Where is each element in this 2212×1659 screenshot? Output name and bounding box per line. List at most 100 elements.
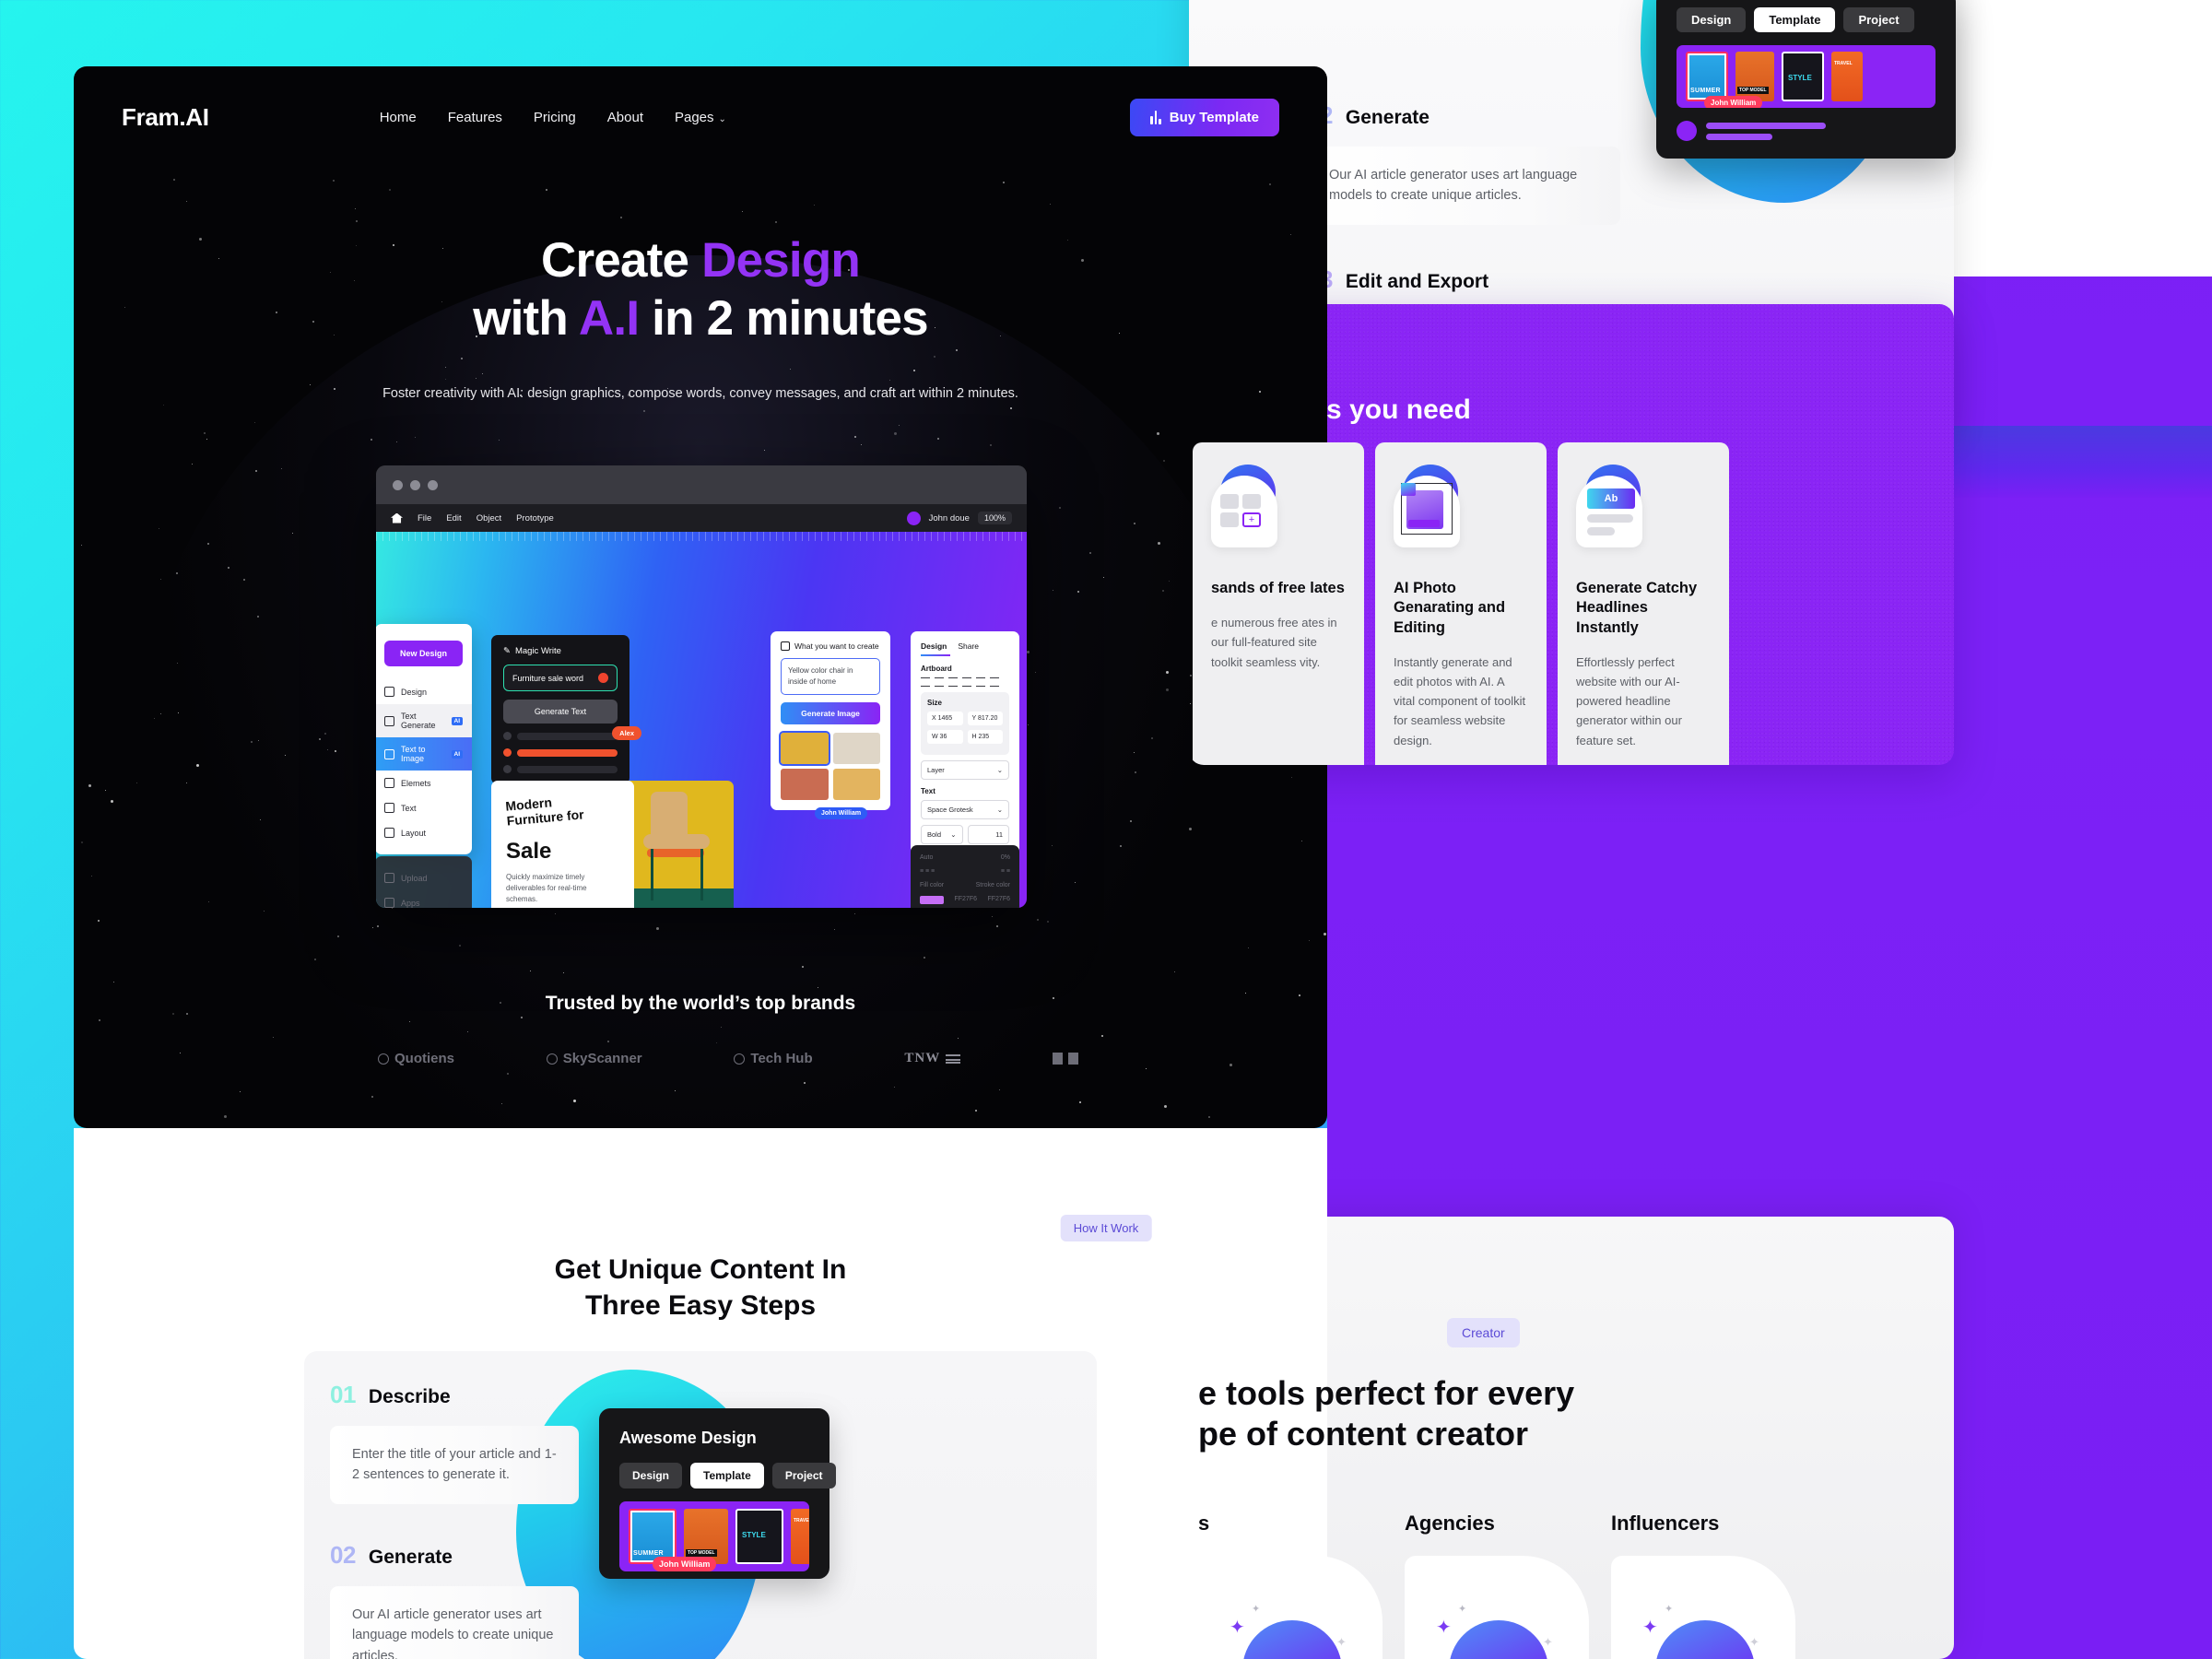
align-left-icon[interactable] bbox=[921, 677, 930, 687]
sidebar-item-design[interactable]: Design bbox=[376, 679, 472, 704]
thumbnail-style[interactable]: STYLE bbox=[735, 1509, 783, 1564]
upload-icon bbox=[384, 873, 394, 883]
fill-color-swatch[interactable] bbox=[920, 896, 944, 904]
new-design-button[interactable]: New Design bbox=[384, 641, 463, 666]
zoom-level[interactable]: 100% bbox=[977, 512, 1012, 524]
step-title: Generate bbox=[368, 1546, 453, 1568]
align-middle-icon[interactable] bbox=[976, 677, 985, 687]
app-mockup: File Edit Object Prototype John doue 100… bbox=[376, 465, 1027, 908]
create-panel-header: What you want to create bbox=[781, 641, 880, 651]
thumbnail-style[interactable]: STYLE bbox=[1782, 52, 1824, 101]
sidebar-item-upload[interactable]: Upload bbox=[376, 865, 472, 890]
avatar[interactable] bbox=[906, 511, 921, 525]
creator-card-agencies[interactable]: Agencies ✦ ✦ ✦ bbox=[1405, 1512, 1589, 1659]
font-family-select[interactable]: Space Grotesk ⌄ bbox=[921, 800, 1009, 819]
logo-label: H bbox=[1067, 1053, 1078, 1068]
chevron-down-icon: ⌄ bbox=[718, 113, 726, 124]
nav-item-pages-label: Pages bbox=[674, 109, 714, 125]
generate-text-button[interactable]: Generate Text Alex bbox=[503, 700, 641, 740]
thumbnail-summer[interactable]: SUMMER bbox=[1686, 52, 1728, 101]
nav-item-features[interactable]: Features bbox=[448, 110, 502, 125]
logo-label: SkyScanner bbox=[562, 1051, 642, 1066]
generated-image-4[interactable] bbox=[832, 769, 880, 800]
nav-item-about[interactable]: About bbox=[607, 110, 643, 125]
w-field[interactable]: W 36 bbox=[927, 730, 963, 744]
logo-tech-hub: Tech Hub bbox=[734, 1051, 813, 1066]
sidebar-item-text-to-image[interactable]: Text to Image AI bbox=[376, 737, 472, 771]
layer-select[interactable]: Layer ⌄ bbox=[921, 760, 1009, 780]
sidebar-item-elements[interactable]: Elemets bbox=[376, 771, 472, 795]
font-weight-select[interactable]: Bold ⌄ bbox=[921, 825, 963, 844]
logo-skyscanner: SkyScanner bbox=[546, 1051, 642, 1066]
clear-icon[interactable] bbox=[598, 673, 608, 683]
buy-template-label: Buy Template bbox=[1169, 109, 1259, 125]
align-top-icon[interactable] bbox=[962, 677, 971, 687]
magic-write-input[interactable]: Furniture sale word bbox=[503, 665, 618, 691]
thumbnail-travel[interactable]: TRAVEL bbox=[791, 1509, 809, 1564]
generate-image-button[interactable]: Generate Image bbox=[781, 702, 880, 724]
prompt-textarea[interactable]: Yellow color chair in inside of home bbox=[781, 658, 880, 695]
nav-item-home[interactable]: Home bbox=[380, 110, 417, 125]
generated-image-2[interactable] bbox=[832, 733, 880, 764]
align-icons[interactable]: ≡ ≡ ≡ bbox=[920, 868, 935, 875]
tab-design[interactable]: Design bbox=[921, 641, 947, 651]
tab-template[interactable]: Template bbox=[1754, 7, 1836, 32]
nav-item-pages[interactable]: Pages ⌄ bbox=[675, 110, 726, 125]
opacity-value[interactable]: 0% bbox=[1001, 854, 1010, 861]
tab-project[interactable]: Project bbox=[771, 1463, 836, 1488]
menu-object[interactable]: Object bbox=[477, 513, 501, 524]
h-field[interactable]: H 235 bbox=[967, 730, 1003, 744]
generated-image-1[interactable] bbox=[779, 731, 830, 766]
brand-logo[interactable]: Fram.AI bbox=[122, 103, 209, 132]
hero-word-create: Create bbox=[540, 233, 702, 288]
tab-project[interactable]: Project bbox=[1843, 7, 1914, 32]
menu-file[interactable]: File bbox=[418, 513, 431, 524]
menu-edit[interactable]: Edit bbox=[446, 513, 461, 524]
properties-panel-lower: Auto 0% ≡ ≡ ≡ ≡ ≡ Fill color Stroke color F… bbox=[911, 845, 1019, 908]
align-bottom-icon[interactable] bbox=[990, 677, 999, 687]
align-right-icon[interactable] bbox=[948, 677, 958, 687]
magic-write-header: ✎ Magic Write bbox=[503, 646, 618, 656]
creator-card-businesses[interactable]: s ✦ ✦ ✦ bbox=[1198, 1512, 1382, 1659]
sidebar-item-label: Elemets bbox=[401, 778, 431, 788]
home-icon[interactable] bbox=[391, 512, 403, 524]
sidebar-item-text[interactable]: Text bbox=[376, 795, 472, 820]
thumbnail-top-model[interactable]: TOP MODEL bbox=[1735, 52, 1774, 101]
tab-design[interactable]: Design bbox=[1677, 7, 1747, 32]
tab-design[interactable]: Design bbox=[619, 1463, 683, 1488]
poster-big-word: Sale bbox=[506, 839, 552, 865]
alignment-buttons bbox=[921, 677, 1009, 687]
generate-text-label: Generate Text bbox=[534, 707, 587, 716]
mockup-left-sidebar: New Design Design Text Generate AI Text t… bbox=[376, 624, 472, 854]
sidebar-item-layout[interactable]: Layout bbox=[376, 820, 472, 845]
step-description: Our AI article generator uses art langua… bbox=[330, 1585, 579, 1659]
headline-ab-icon: Ab bbox=[1576, 463, 1648, 551]
menu-prototype[interactable]: Prototype bbox=[516, 513, 554, 524]
align-center-icon[interactable] bbox=[935, 677, 944, 687]
y-field[interactable]: Y 817.20 bbox=[967, 712, 1003, 725]
image-icon bbox=[384, 748, 394, 759]
option-row-selected[interactable] bbox=[503, 748, 618, 757]
option-row[interactable] bbox=[503, 732, 618, 740]
thumbnail-summer[interactable]: SUMMER bbox=[629, 1509, 677, 1564]
generated-image-3[interactable] bbox=[781, 769, 829, 800]
buy-template-button[interactable]: Buy Template bbox=[1130, 98, 1279, 136]
align-icons-2[interactable]: ≡ ≡ bbox=[1001, 868, 1010, 875]
thumbnail-travel[interactable]: TRAVEL bbox=[1831, 52, 1863, 101]
thumbnail-top-model[interactable]: TOP MODEL bbox=[684, 1509, 728, 1564]
tab-share[interactable]: Share bbox=[958, 641, 979, 651]
size-value: 11 bbox=[995, 830, 1003, 839]
option-row[interactable] bbox=[503, 765, 618, 773]
step-description: Enter the title of your article and 1-2 … bbox=[330, 1426, 579, 1504]
creator-card-influencers[interactable]: Influencers ✦ ✦ ✦ bbox=[1611, 1512, 1795, 1659]
x-field[interactable]: X 1465 bbox=[927, 712, 963, 725]
how-it-work-heading: Get Unique Content In Three Easy Steps bbox=[74, 1252, 1327, 1324]
font-size-input[interactable]: 11 bbox=[967, 825, 1009, 844]
sidebar-item-apps[interactable]: Apps bbox=[376, 890, 472, 908]
hero-word-minutes: in 2 minutes bbox=[639, 290, 928, 346]
tab-template[interactable]: Template bbox=[690, 1463, 764, 1488]
nav-item-pricing[interactable]: Pricing bbox=[534, 110, 576, 125]
sidebar-item-text-generate[interactable]: Text Generate AI bbox=[376, 704, 472, 737]
radio-checked-icon bbox=[503, 748, 512, 757]
auto-label[interactable]: Auto bbox=[920, 854, 933, 861]
